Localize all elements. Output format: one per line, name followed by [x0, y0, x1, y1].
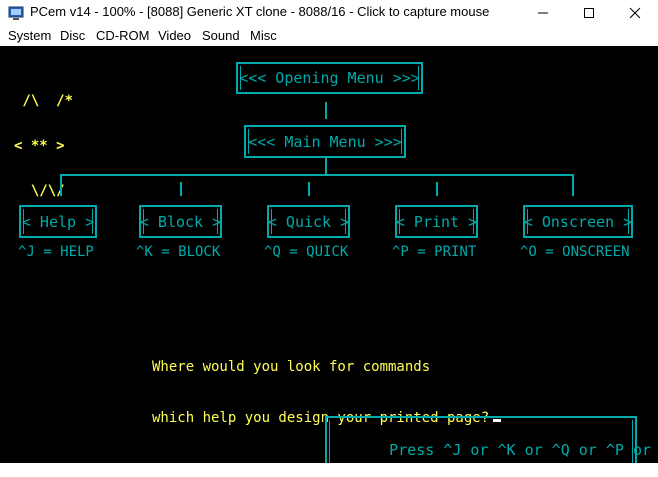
onscreen-menu-box: < Onscreen >	[523, 205, 633, 238]
menu-bar: System Disc CD-ROM Video Sound Misc	[0, 26, 658, 46]
minimize-button[interactable]	[520, 0, 566, 26]
block-menu-label: < Block >	[139, 212, 222, 231]
block-command: ^K = BLOCK	[136, 244, 221, 260]
main-menu-box: <<< Main Menu >>>	[244, 125, 406, 158]
menu-cd-rom[interactable]: CD-ROM	[96, 28, 149, 43]
minimize-icon	[538, 12, 548, 14]
question-line-1: Where would you look for commands	[152, 359, 431, 375]
connector-line	[325, 102, 327, 119]
connector-line	[180, 182, 182, 196]
title-bar[interactable]: PCem v14 - 100% - [8088] Generic XT clon…	[0, 0, 658, 27]
print-menu-label: < Print >	[395, 212, 478, 231]
help-command: ^J = HELP	[18, 244, 94, 260]
menu-system[interactable]: System	[8, 28, 51, 43]
help-menu-box: < Help >	[19, 205, 97, 238]
connector-line	[60, 174, 62, 196]
help-menu-label: < Help >	[21, 212, 95, 231]
app-icon	[8, 6, 24, 20]
connector-line	[325, 158, 327, 174]
connector-line	[308, 182, 310, 196]
quick-menu-label: < Quick >	[267, 212, 350, 231]
quick-command: ^Q = QUICK	[264, 244, 349, 260]
onscreen-menu-label: < Onscreen >	[523, 212, 633, 231]
maximize-button[interactable]	[566, 0, 612, 26]
press-prompt-box: Press ^J or ^K or ^Q or ^P or ^O	[325, 416, 651, 463]
branch-line	[60, 174, 574, 176]
onscreen-command: ^O = ONSCREEN	[520, 244, 630, 260]
print-menu-box: < Print >	[395, 205, 478, 238]
menu-misc[interactable]: Misc	[250, 28, 277, 43]
block-menu-box: < Block >	[139, 205, 222, 238]
connector-line	[436, 182, 438, 196]
logo-line-2: < ** >	[14, 138, 65, 154]
emulator-screen[interactable]: /\ /* < ** > \/\/ <<< Opening Menu >>> <…	[0, 46, 658, 463]
main-menu-label: <<< Main Menu >>>	[248, 132, 402, 151]
menu-sound[interactable]: Sound	[202, 28, 240, 43]
opening-menu-label: <<< Opening Menu >>>	[239, 69, 420, 87]
opening-menu-box: <<< Opening Menu >>>	[236, 62, 423, 94]
close-button[interactable]	[612, 0, 658, 26]
window-title: PCem v14 - 100% - [8088] Generic XT clon…	[30, 4, 490, 19]
menu-video[interactable]: Video	[158, 28, 191, 43]
logo-line-1: /\ /*	[14, 93, 74, 109]
quick-menu-box: < Quick >	[267, 205, 350, 238]
press-prompt: Press ^J or ^K or ^Q or ^P or ^O	[389, 441, 658, 459]
menu-disc[interactable]: Disc	[60, 28, 85, 43]
print-command: ^P = PRINT	[392, 244, 477, 260]
connector-line	[572, 174, 574, 196]
maximize-icon	[584, 8, 594, 18]
close-icon	[629, 7, 641, 19]
logo-line-3: \/\/	[14, 183, 65, 199]
